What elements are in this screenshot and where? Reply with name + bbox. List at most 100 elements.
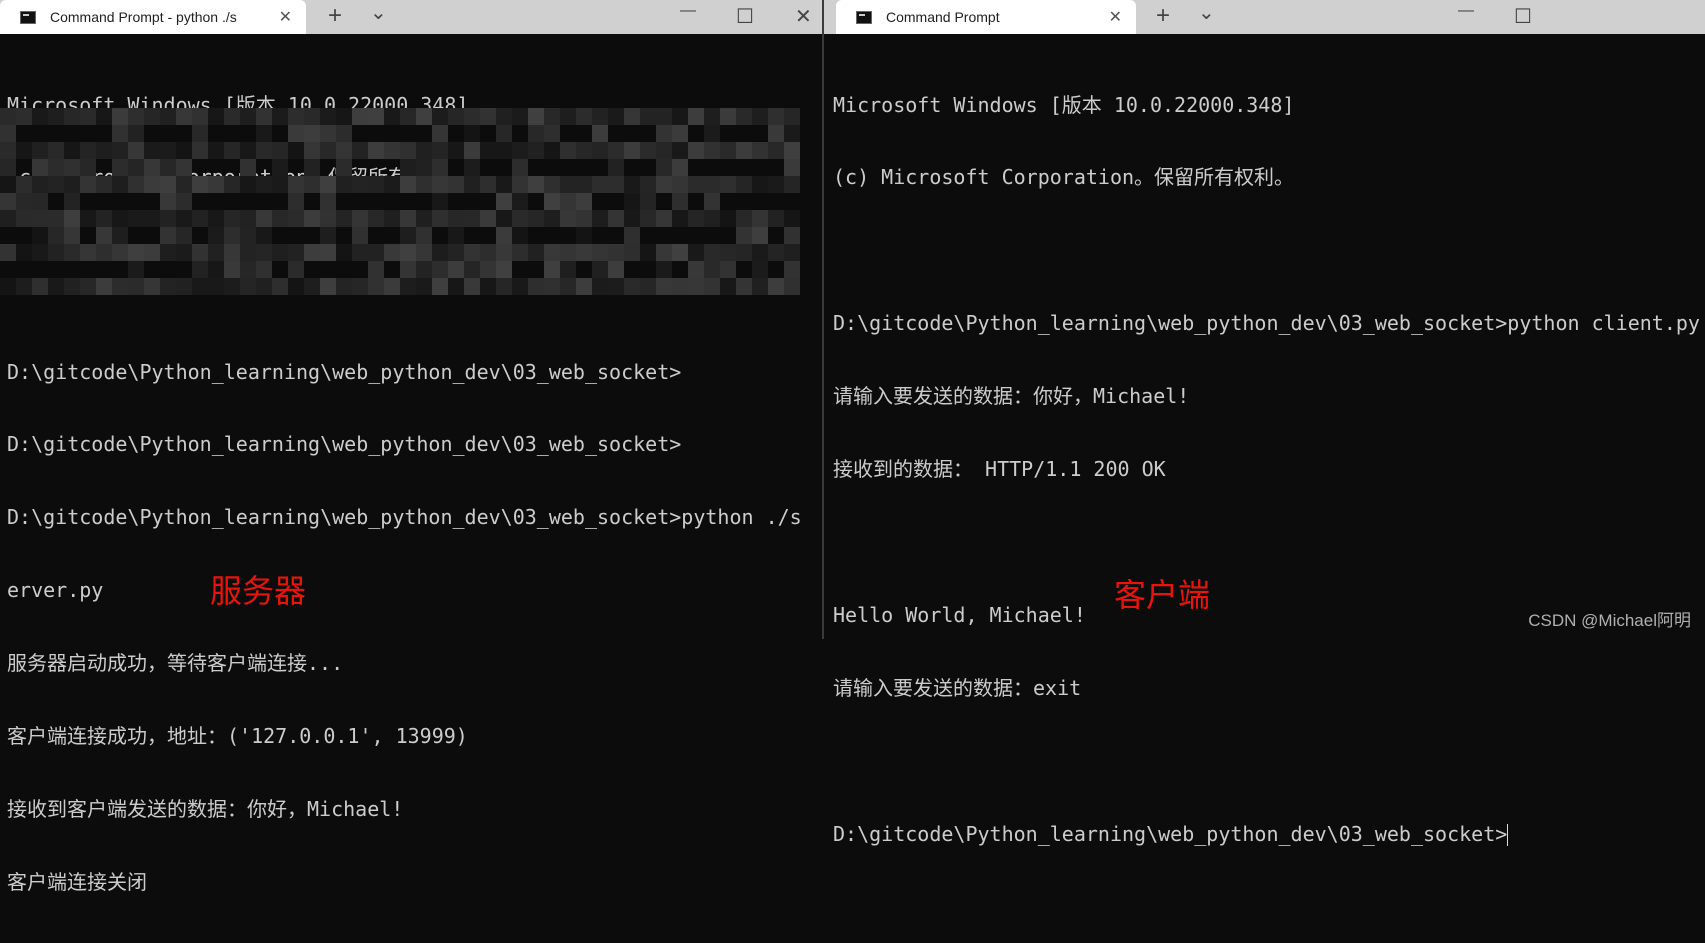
redaction-pixel xyxy=(112,125,128,142)
tab-close-icon[interactable]: ✕ xyxy=(279,7,292,27)
redaction-pixel xyxy=(256,125,272,142)
redaction-pixel xyxy=(336,278,352,295)
tab-dropdown-button[interactable]: ⌄ xyxy=(1198,0,1215,25)
redaction-pixel xyxy=(208,210,224,227)
redaction-pixel xyxy=(256,108,272,125)
redaction-pixel xyxy=(416,210,432,227)
redaction-pixel xyxy=(160,108,176,125)
redaction-pixel xyxy=(304,125,320,142)
output-line: (c) Microsoft Corporation。保留所有权利。 xyxy=(833,165,1295,190)
redaction-pixel xyxy=(704,142,720,159)
redaction-pixel xyxy=(352,244,368,261)
redaction-pixel xyxy=(416,261,432,278)
redaction-pixel xyxy=(752,227,768,244)
close-button[interactable]: ✕ xyxy=(795,4,812,29)
new-tab-button[interactable]: + xyxy=(328,2,342,30)
new-tab-button[interactable]: + xyxy=(1156,2,1170,30)
redaction-pixel xyxy=(256,244,272,261)
tab-server[interactable]: Command Prompt - python ./s ✕ xyxy=(0,0,306,34)
redaction-pixel xyxy=(400,142,416,159)
redaction-pixel xyxy=(208,108,224,125)
redaction-pixel xyxy=(688,278,704,295)
redaction-pixel xyxy=(672,210,688,227)
redaction-pixel xyxy=(448,210,464,227)
redaction-pixel xyxy=(592,210,608,227)
redaction-pixel xyxy=(576,193,592,210)
redaction-pixel xyxy=(112,278,128,295)
terminal-output: D:\gitcode\Python_learning\web_python_de… xyxy=(7,311,802,943)
redaction-pixel xyxy=(656,125,672,142)
redaction-pixel xyxy=(256,278,272,295)
redaction-pixel xyxy=(544,193,560,210)
redaction-pixel xyxy=(160,142,176,159)
redaction-pixel xyxy=(368,210,384,227)
redaction-pixel xyxy=(528,210,544,227)
redaction-pixel xyxy=(160,278,176,295)
redaction-pixel xyxy=(752,278,768,295)
redaction-pixel xyxy=(208,244,224,261)
redaction-pixel xyxy=(784,261,800,278)
redaction-pixel xyxy=(736,142,752,159)
redaction-pixel xyxy=(176,159,192,176)
redaction-pixel xyxy=(336,159,352,176)
maximize-button[interactable]: ☐ xyxy=(1514,4,1532,29)
redaction-pixel xyxy=(368,278,384,295)
redaction-pixel xyxy=(464,278,480,295)
redaction-pixel xyxy=(336,125,352,142)
redaction-pixel xyxy=(544,108,560,125)
redaction-pixel xyxy=(0,142,16,159)
redaction-pixel xyxy=(256,210,272,227)
redaction-pixel xyxy=(128,125,144,142)
redaction-pixel xyxy=(352,210,368,227)
redaction-pixel xyxy=(400,176,416,193)
redaction-pixel xyxy=(608,244,624,261)
redaction-pixel xyxy=(432,142,448,159)
redaction-pixel xyxy=(112,210,128,227)
redaction-pixel xyxy=(176,142,192,159)
redaction-pixel xyxy=(480,244,496,261)
redaction-pixel xyxy=(464,261,480,278)
client-terminal-window: Command Prompt ✕ + ⌄ — ☐ Microsoft Windo… xyxy=(824,0,1705,846)
redaction-pixel xyxy=(560,176,576,193)
output-line: D:\gitcode\Python_learning\web_python_de… xyxy=(833,311,1700,336)
redaction-pixel xyxy=(96,142,112,159)
redaction-pixel xyxy=(512,278,528,295)
redaction-pixel xyxy=(560,142,576,159)
tab-dropdown-button[interactable]: ⌄ xyxy=(370,0,387,25)
title-bar: Command Prompt ✕ + ⌄ — ☐ xyxy=(824,0,1705,34)
redaction-pixel xyxy=(704,176,720,193)
redaction-pixel xyxy=(496,108,512,125)
tab-close-icon[interactable]: ✕ xyxy=(1109,7,1122,27)
redaction-pixel xyxy=(368,244,384,261)
maximize-button[interactable]: ☐ xyxy=(736,4,754,29)
redaction-pixel xyxy=(48,227,64,244)
redaction-pixel xyxy=(224,108,240,125)
redaction-pixel xyxy=(240,261,256,278)
redaction-pixel xyxy=(576,108,592,125)
redaction-pixel xyxy=(624,176,640,193)
redaction-pixel xyxy=(320,125,336,142)
redaction-pixel xyxy=(304,108,320,125)
redaction-pixel xyxy=(144,108,160,125)
redaction-pixel xyxy=(736,210,752,227)
redaction-pixel xyxy=(768,125,784,142)
redaction-pixel xyxy=(720,176,736,193)
minimize-button[interactable]: — xyxy=(680,2,696,20)
redaction-pixel xyxy=(0,159,16,176)
redaction-pixel xyxy=(496,142,512,159)
redaction-pixel xyxy=(784,278,800,295)
redaction-pixel xyxy=(528,176,544,193)
tab-client[interactable]: Command Prompt ✕ xyxy=(836,0,1136,34)
redaction-pixel xyxy=(592,108,608,125)
redaction-pixel xyxy=(32,193,48,210)
redaction-pixel xyxy=(240,227,256,244)
redaction-pixel xyxy=(560,193,576,210)
redaction-pixel xyxy=(512,176,528,193)
redaction-pixel xyxy=(240,176,256,193)
redaction-pixel xyxy=(544,278,560,295)
prompt-line[interactable]: D:\gitcode\Python_learning\web_python_de… xyxy=(833,822,1700,846)
redaction-pixel xyxy=(560,108,576,125)
minimize-button[interactable]: — xyxy=(1458,2,1474,20)
redaction-pixel xyxy=(480,261,496,278)
